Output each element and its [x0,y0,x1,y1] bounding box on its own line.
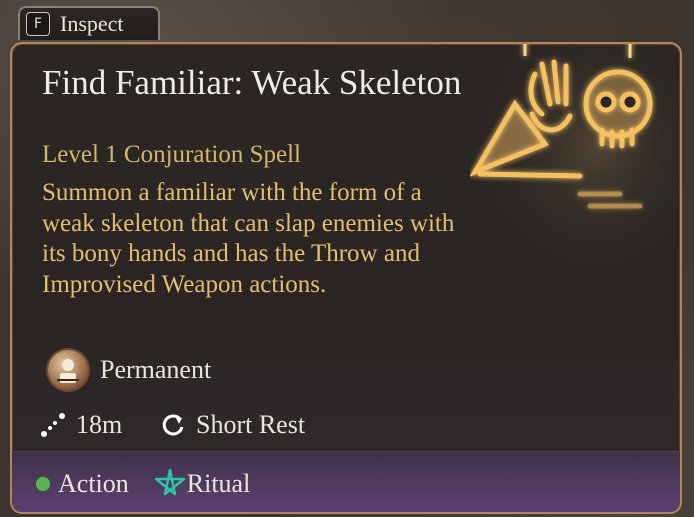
inspect-tab[interactable]: F Inspect [18,6,160,40]
rest-cycle-icon [162,414,184,436]
spell-tooltip-card: Find Familiar: Weak Skeleton Level 1 Con… [10,42,682,514]
skeleton-hand-skull-art [470,44,680,274]
duration-label: Permanent [100,355,212,384]
ritual-label: Ritual [186,469,251,498]
range-row: 18m [40,410,122,440]
recharge-row: Short Rest [160,410,305,440]
range-label: 18m [76,410,123,439]
footer-cost-row: Action Ritual [36,468,250,500]
spell-description: Summon a familiar with the form of a wea… [42,179,455,298]
f-key-badge: F [26,12,50,36]
recharge-label: Short Rest [196,410,306,439]
duration-row: Permanent [48,350,211,390]
inspect-label: Inspect [60,11,124,36]
skeleton-portrait-icon [48,350,88,390]
action-dot-icon [36,477,50,491]
spell-title: Find Familiar: Weak Skeleton [42,63,462,102]
range-dots-icon [41,413,65,437]
action-label: Action [58,469,129,498]
ritual-star-icon [154,468,186,496]
spell-level-school: Level 1 Conjuration Spell [42,141,301,168]
